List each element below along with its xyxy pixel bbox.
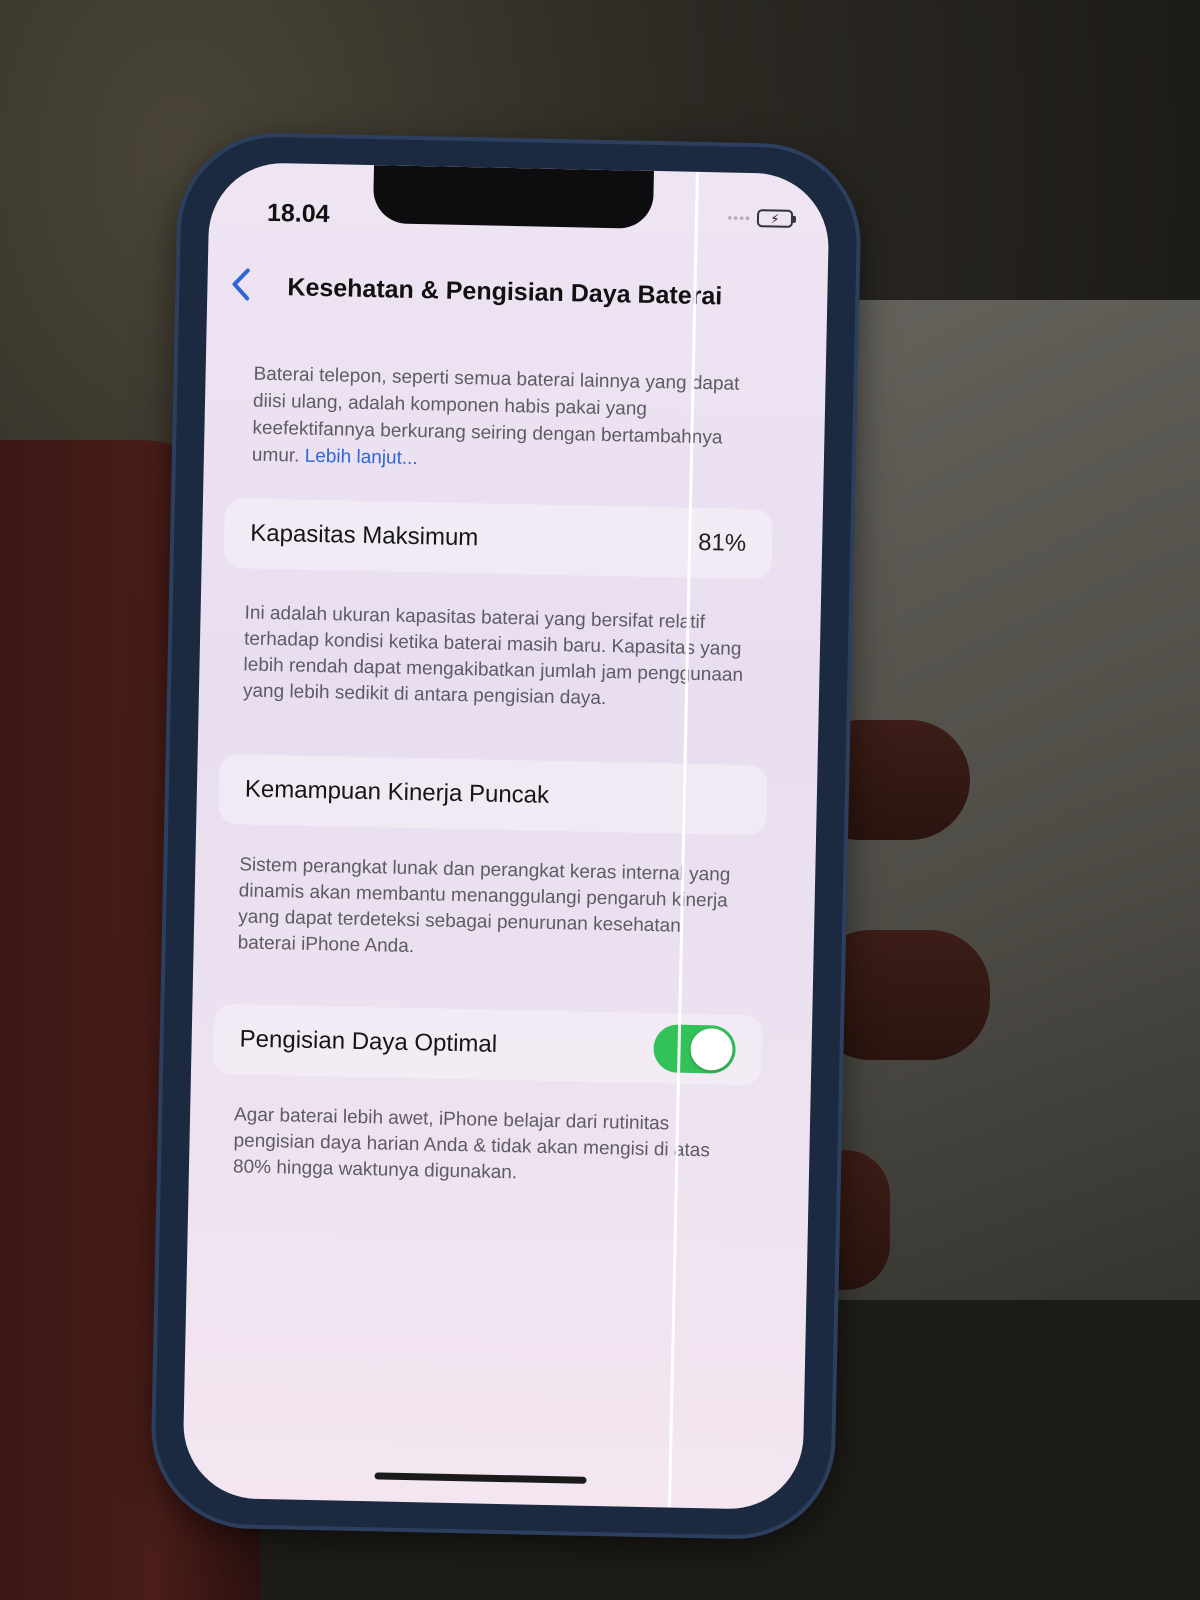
page-title: Kesehatan & Pengisian Daya Baterai: [287, 273, 723, 311]
optimized-charging-description: Agar baterai lebih awet, iPhone belajar …: [232, 1104, 711, 1184]
back-button[interactable]: [225, 264, 262, 305]
max-capacity-label: Kapasitas Maksimum: [250, 519, 479, 552]
max-capacity-value: 81%: [697, 528, 747, 557]
optimized-charging-toggle[interactable]: [653, 1024, 737, 1074]
peak-performance-description: Sistem perangkat lunak dan perangkat ker…: [237, 854, 731, 958]
navigation-bar: Kesehatan & Pengisian Daya Baterai: [207, 258, 828, 327]
max-capacity-description: Ini adalah ukuran kapasitas baterai yang…: [242, 602, 744, 710]
peak-performance-label: Kemampuan Kinerja Puncak: [244, 775, 550, 809]
notch: [372, 165, 654, 229]
phone-device: 18.04 •••• ⚡ Kesehatan & Pengisian Daya …: [153, 135, 859, 1537]
status-time: 18.04: [266, 198, 330, 229]
phone-screen: 18.04 •••• ⚡ Kesehatan & Pengisian Daya …: [182, 161, 830, 1511]
toggle-knob: [690, 1027, 734, 1071]
status-icons: •••• ⚡: [727, 209, 794, 228]
home-indicator[interactable]: [374, 1472, 587, 1484]
optimized-charging-label: Pengisian Daya Optimal: [239, 1025, 498, 1058]
learn-more-link[interactable]: Lebih lanjut...: [305, 446, 418, 469]
intro-text: Baterai telepon, seperti semua baterai l…: [252, 361, 764, 480]
chevron-left-icon: [232, 268, 250, 301]
signal-icon: ••••: [727, 209, 752, 226]
battery-charging-icon: ⚡: [756, 209, 794, 228]
